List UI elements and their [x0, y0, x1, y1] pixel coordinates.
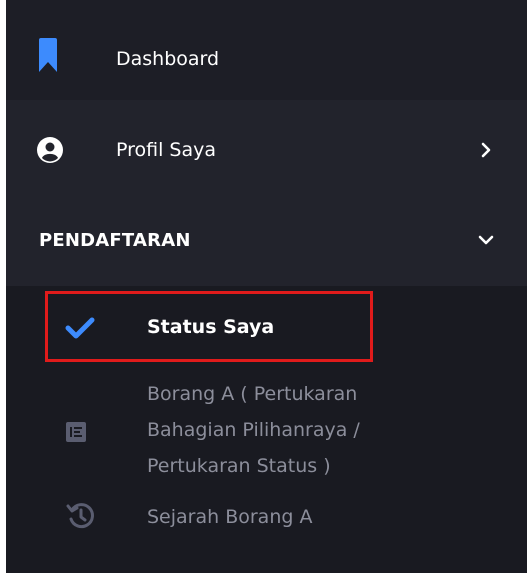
- menu-item-label: Dashboard: [116, 48, 220, 70]
- menu-item-label: Status Saya: [147, 316, 275, 338]
- menu-section-pendaftaran[interactable]: PENDAFTARAN: [6, 200, 527, 286]
- sidebar: Dashboard Profil Saya PENDAFTARAN Status…: [6, 0, 527, 573]
- check-icon: [64, 316, 96, 340]
- user-circle-icon: [37, 137, 63, 163]
- menu-item-borang-a[interactable]: Borang A ( Pertukaran Bahagian Pilihanra…: [6, 370, 527, 478]
- section-header: PENDAFTARAN: [39, 230, 191, 251]
- menu-item-label: Sejarah Borang A: [147, 506, 313, 528]
- bookmark-icon: [39, 38, 57, 72]
- menu-item-sejarah-borang-a[interactable]: Sejarah Borang A: [6, 478, 527, 573]
- list-icon: [64, 420, 88, 444]
- history-icon: [64, 501, 96, 531]
- chevron-right-icon[interactable]: [476, 138, 496, 162]
- menu-item-dashboard[interactable]: Dashboard: [6, 6, 527, 100]
- chevron-down-icon[interactable]: [476, 228, 496, 252]
- menu-item-profil-saya[interactable]: Profil Saya: [6, 100, 527, 200]
- menu-item-label: Borang A ( Pertukaran Bahagian Pilihanra…: [147, 383, 360, 477]
- menu-item-status-saya[interactable]: Status Saya: [6, 286, 527, 370]
- menu-item-label: Profil Saya: [116, 139, 217, 161]
